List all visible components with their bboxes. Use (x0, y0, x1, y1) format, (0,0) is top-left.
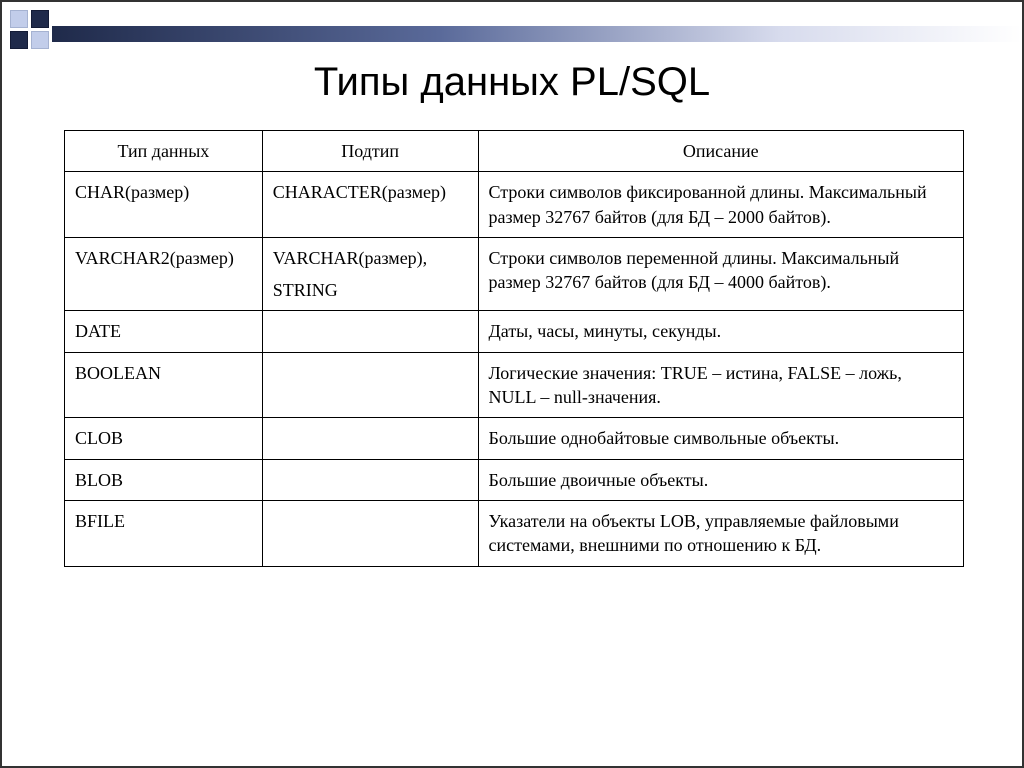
cell-desc: Даты, часы, минуты, секунды. (478, 311, 963, 352)
table-row: CLOB Большие однобайтовые символьные объе… (65, 418, 964, 459)
cell-type: CLOB (65, 418, 263, 459)
cell-desc: Строки символов переменной длины. Максим… (478, 237, 963, 311)
ornament-square (31, 10, 49, 28)
cell-subtype (262, 311, 478, 352)
ornament-square (10, 31, 28, 49)
table-row: CHAR(размер) CHARACTER(размер) Строки симв… (65, 172, 964, 238)
cell-type: VARCHAR2(размер) (65, 237, 263, 311)
corner-ornament (10, 10, 49, 49)
col-header-subtype: Подтип (262, 131, 478, 172)
subtype-entry: CHARACTER(размер) (273, 180, 468, 204)
table-row: DATE Даты, часы, минуты, секунды. (65, 311, 964, 352)
cell-subtype (262, 459, 478, 500)
cell-type: CHAR(размер) (65, 172, 263, 238)
cell-type: BOOLEAN (65, 352, 263, 418)
cell-type: BFILE (65, 500, 263, 566)
cell-subtype (262, 500, 478, 566)
cell-subtype: VARCHAR(размер), STRING (262, 237, 478, 311)
table-header-row: Тип данных Подтип Описание (65, 131, 964, 172)
table-row: BFILE Указатели на объекты LOB, управляем… (65, 500, 964, 566)
cell-desc: Указатели на объекты LOB, управляемые фа… (478, 500, 963, 566)
slide-title: Типы данных PL/SQL (2, 60, 1022, 105)
col-header-type: Тип данных (65, 131, 263, 172)
cell-desc: Строки символов фиксированной длины. Мак… (478, 172, 963, 238)
cell-subtype (262, 418, 478, 459)
data-types-table: Тип данных Подтип Описание CHAR(размер)C… (64, 130, 964, 567)
ornament-square (31, 31, 49, 49)
cell-subtype: CHARACTER(размер) (262, 172, 478, 238)
cell-type: DATE (65, 311, 263, 352)
cell-desc: Большие двоичные объекты. (478, 459, 963, 500)
subtype-entry: VARCHAR(размер), (273, 246, 468, 270)
col-header-desc: Описание (478, 131, 963, 172)
subtype-entry: STRING (273, 278, 468, 302)
ornament-square (10, 10, 28, 28)
cell-desc: Логические значения: TRUE – истина, FALS… (478, 352, 963, 418)
cell-type: BLOB (65, 459, 263, 500)
table-row: BLOB Большие двоичные объекты. (65, 459, 964, 500)
cell-subtype (262, 352, 478, 418)
cell-desc: Большие однобайтовые символьные объекты. (478, 418, 963, 459)
table-row: BOOLEAN Логические значения: TRUE – истин… (65, 352, 964, 418)
table-row: VARCHAR2(размер) VARCHAR(размер), STRING Ст… (65, 237, 964, 311)
header-gradient-bar (52, 26, 1022, 42)
data-types-table-wrap: Тип данных Подтип Описание CHAR(размер)C… (64, 130, 964, 567)
slide: Типы данных PL/SQL Тип данных Подтип Опи… (0, 0, 1024, 768)
